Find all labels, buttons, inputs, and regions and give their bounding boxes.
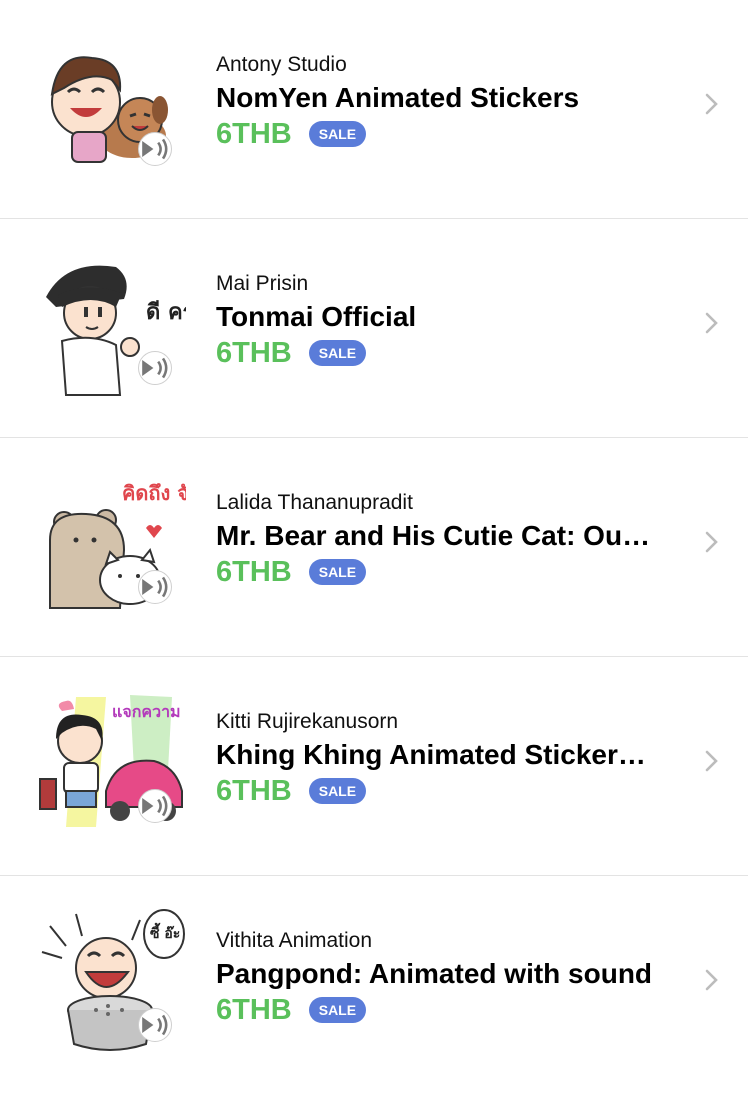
chevron-right-icon[interactable] bbox=[703, 311, 721, 335]
sticker-info: Mai Prisin Tonmai Official 6THB SALE bbox=[216, 271, 686, 371]
chevron-right-icon[interactable] bbox=[703, 968, 721, 992]
sticker-title: Tonmai Official bbox=[216, 301, 417, 332]
sale-badge: SALE bbox=[308, 997, 367, 1023]
sticker-title: NomYen Animated Stickers bbox=[216, 82, 580, 113]
sticker-list-item[interactable]: ดี ครับ Mai Prisin Tonmai Official 6THB … bbox=[0, 219, 748, 438]
price: 6THB bbox=[216, 118, 292, 150]
sale-badge: SALE bbox=[308, 559, 367, 585]
price: 6THB bbox=[216, 994, 292, 1026]
price-line: 6THB SALE bbox=[216, 554, 686, 590]
sale-badge: SALE bbox=[308, 778, 367, 804]
author-name: Lalida Thananupradit bbox=[216, 491, 413, 514]
price-line: 6THB SALE bbox=[216, 335, 686, 371]
sound-play-icon[interactable] bbox=[138, 1008, 172, 1042]
sticker-title: Pangpond: Animated with sound bbox=[216, 958, 653, 989]
boy-with-pot-sticker-icon: ซี้ อ๊ะ bbox=[36, 906, 186, 1056]
price-line: 6THB SALE bbox=[216, 773, 686, 809]
sale-badge: SALE bbox=[308, 340, 367, 366]
sticker-list-item[interactable]: คิดถึง จัง Lalida Thananupradit Mr. Bear… bbox=[0, 438, 748, 657]
girl-with-car-sticker-icon: แจกความ สดใส bbox=[36, 687, 186, 837]
price: 6THB bbox=[216, 556, 292, 588]
sticker-title: Khing Khing Animated Sticker… bbox=[216, 739, 646, 770]
price: 6THB bbox=[216, 337, 292, 369]
thumb-caption: คิดถึง จัง bbox=[122, 481, 186, 505]
chevron-right-icon[interactable] bbox=[703, 749, 721, 773]
sticker-list-item[interactable]: แจกความ สดใส Kitti Rujirekanusorn Khing … bbox=[0, 657, 748, 876]
chevron-right-icon[interactable] bbox=[703, 530, 721, 554]
sale-badge: SALE bbox=[308, 121, 367, 147]
author-name: Mai Prisin bbox=[216, 272, 309, 295]
sound-play-icon[interactable] bbox=[138, 132, 172, 166]
sticker-info: Antony Studio NomYen Animated Stickers 6… bbox=[216, 52, 686, 152]
sound-play-icon[interactable] bbox=[138, 789, 172, 823]
chevron-right-icon[interactable] bbox=[703, 92, 721, 116]
thumb-caption: แจกความ สดใส bbox=[112, 702, 186, 721]
bear-and-cat-sticker-icon: คิดถึง จัง bbox=[36, 468, 186, 618]
sound-play-icon[interactable] bbox=[138, 570, 172, 604]
boy-waving-sticker-icon: ดี ครับ bbox=[36, 249, 186, 399]
price: 6THB bbox=[216, 775, 292, 807]
sticker-list-item[interactable]: Antony Studio NomYen Animated Stickers 6… bbox=[0, 0, 748, 219]
price-line: 6THB SALE bbox=[216, 992, 686, 1028]
sticker-info: Vithita Animation Pangpond: Animated wit… bbox=[216, 928, 686, 1028]
author-name: Kitti Rujirekanusorn bbox=[216, 710, 399, 733]
author-name: Vithita Animation bbox=[216, 929, 373, 952]
sticker-list: Antony Studio NomYen Animated Stickers 6… bbox=[0, 0, 748, 1076]
price-line: 6THB SALE bbox=[216, 116, 686, 152]
sticker-list-item[interactable]: ซี้ อ๊ะ Vithita Animation Pangpond: Anim… bbox=[0, 876, 748, 1076]
girl-with-dog-sticker-icon bbox=[36, 30, 186, 180]
sticker-info: Lalida Thananupradit Mr. Bear and His Cu… bbox=[216, 490, 686, 590]
sticker-info: Kitti Rujirekanusorn Khing Khing Animate… bbox=[216, 709, 686, 809]
sticker-title: Mr. Bear and His Cutie Cat: Ou… bbox=[216, 520, 651, 551]
sound-play-icon[interactable] bbox=[138, 351, 172, 385]
author-name: Antony Studio bbox=[216, 53, 347, 76]
